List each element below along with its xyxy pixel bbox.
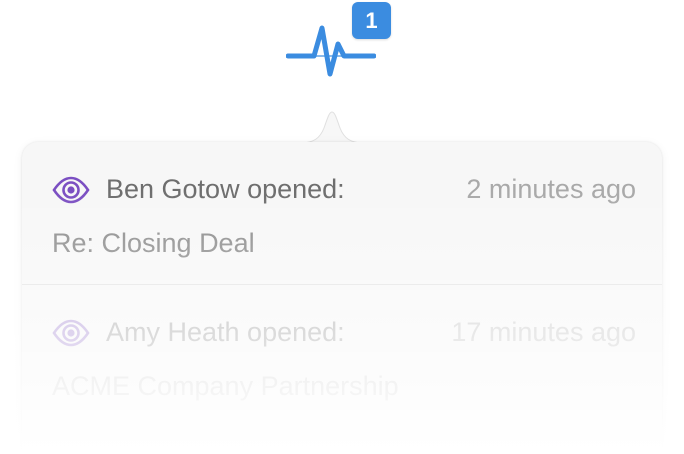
notification-count-badge: 1: [352, 2, 391, 39]
eye-icon: [52, 319, 90, 347]
timestamp: 17 minutes ago: [451, 317, 636, 347]
email-subject: Re: Closing Deal: [52, 228, 255, 258]
timestamp: 2 minutes ago: [466, 174, 636, 204]
email-subject: ACME Company Partnership: [52, 371, 399, 401]
activity-screen: 1 Ben Gotow opened: 2 minutes ago Re: Cl…: [0, 0, 684, 454]
eye-icon: [52, 176, 90, 204]
opened-by-label: Amy Heath opened:: [106, 317, 345, 347]
list-item[interactable]: Ben Gotow opened: 2 minutes ago Re: Clos…: [22, 142, 662, 284]
list-item[interactable]: Amy Heath opened: 17 minutes ago ACME Co…: [22, 285, 662, 454]
opened-by-label: Ben Gotow opened:: [106, 174, 345, 204]
popover-caret: [300, 111, 364, 144]
activity-popover: Ben Gotow opened: 2 minutes ago Re: Clos…: [22, 142, 662, 454]
